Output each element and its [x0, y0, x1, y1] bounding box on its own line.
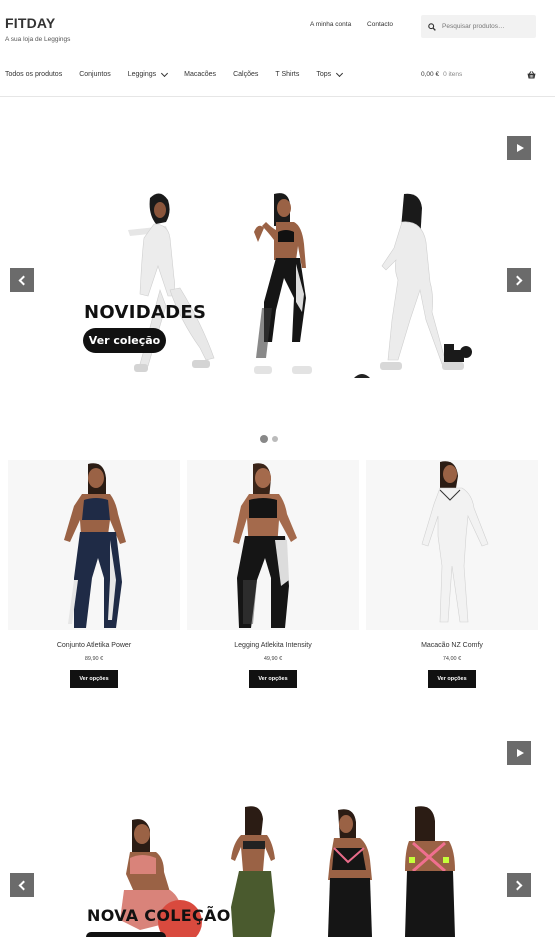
chevron-right-icon: [512, 880, 523, 890]
nav-item-shorts[interactable]: Calções: [233, 71, 258, 78]
search-icon: [428, 22, 436, 31]
search-placeholder: Pesquisar produtos…: [442, 23, 505, 30]
account-link[interactable]: A minha conta: [310, 21, 351, 28]
product-name[interactable]: Legging Atlekita Intensity: [187, 642, 359, 649]
slider-prev-button[interactable]: [10, 873, 34, 897]
nav-item-tops[interactable]: Tops: [316, 69, 344, 78]
view-options-button[interactable]: Ver opções: [70, 670, 118, 688]
chevron-left-icon: [18, 880, 29, 890]
product-photo-conjunto: [64, 463, 126, 628]
view-options-button[interactable]: Ver opções: [249, 670, 297, 688]
nav-item-all-products[interactable]: Todos os produtos: [5, 71, 62, 78]
product-price: 89,90 €: [84, 656, 104, 662]
model-image-black-leggings: [254, 193, 312, 374]
product-name[interactable]: Conjunto Atletika Power: [8, 642, 180, 649]
play-icon: [516, 749, 524, 757]
site-tagline: A sua loja de Leggings: [5, 36, 71, 43]
model-image-white-jumpsuit: [128, 193, 215, 372]
product-price: 49,90 €: [263, 656, 283, 662]
chevron-right-icon: [512, 275, 523, 285]
play-button[interactable]: [507, 136, 531, 160]
nav-item-sets[interactable]: Conjuntos: [79, 71, 111, 78]
product-photo-legging: [233, 463, 297, 628]
play-icon: [516, 144, 524, 152]
nav-item-tshirts[interactable]: T Shirts: [275, 71, 299, 78]
chevron-down-icon: [161, 69, 169, 77]
slider-prev-button[interactable]: [10, 268, 34, 292]
slider-pagination: [260, 435, 278, 443]
cart-total: 0,00 €: [421, 71, 440, 78]
product-image[interactable]: [8, 460, 180, 630]
view-options-button[interactable]: Ver opções: [428, 670, 476, 688]
product-image[interactable]: [187, 460, 359, 630]
model-image-black-pink-set: [328, 809, 372, 937]
model-image-white-jumpsuit-back: [354, 193, 472, 378]
primary-nav: Todos os produtos Conjuntos Leggings Mac…: [5, 69, 359, 78]
slider-next-button[interactable]: [507, 268, 531, 292]
slide-title: NOVIDADES: [84, 302, 207, 323]
product-name[interactable]: Macacão NZ Comfy: [366, 642, 538, 649]
play-button[interactable]: [507, 741, 531, 765]
site-branding: FITDAY A sua loja de Leggings: [5, 15, 70, 43]
chevron-left-icon: [18, 275, 29, 285]
product-card[interactable]: Macacão NZ Comfy 74,00 € Ver opções: [366, 460, 538, 688]
search-input[interactable]: Pesquisar produtos…: [421, 15, 536, 38]
model-image-green-leggings: [231, 806, 275, 937]
slide-title: NOVA COLEÇÃO: [87, 906, 231, 925]
model-image-back-neon-top: [405, 806, 455, 937]
slider-dot-active[interactable]: [260, 435, 268, 443]
contact-link[interactable]: Contacto: [367, 21, 393, 28]
nav-item-jumpsuits[interactable]: Macacões: [184, 71, 216, 78]
header-divider: [0, 96, 555, 97]
nav-item-leggings[interactable]: Leggings: [128, 69, 169, 78]
chevron-down-icon: [336, 69, 344, 77]
product-photo-macacao: [421, 461, 489, 623]
view-collection-button[interactable]: Ver coleção: [83, 328, 166, 353]
cart-summary[interactable]: 0,00 €0 itens: [421, 71, 462, 78]
secondary-nav: A minha conta Contacto: [310, 21, 407, 28]
basket-icon[interactable]: [527, 71, 536, 79]
product-card[interactable]: Conjunto Atletika Power 89,90 € Ver opçõ…: [8, 460, 180, 688]
site-logo[interactable]: FITDAY: [5, 15, 70, 31]
slider-next-button[interactable]: [507, 873, 531, 897]
slide-button-partial[interactable]: [86, 932, 166, 937]
product-card[interactable]: Legging Atlekita Intensity 49,90 € Ver o…: [187, 460, 359, 688]
cart-count: 0 itens: [443, 71, 463, 78]
slider-dot[interactable]: [272, 436, 278, 442]
product-price: 74,00 €: [442, 656, 462, 662]
product-image[interactable]: [366, 460, 538, 630]
